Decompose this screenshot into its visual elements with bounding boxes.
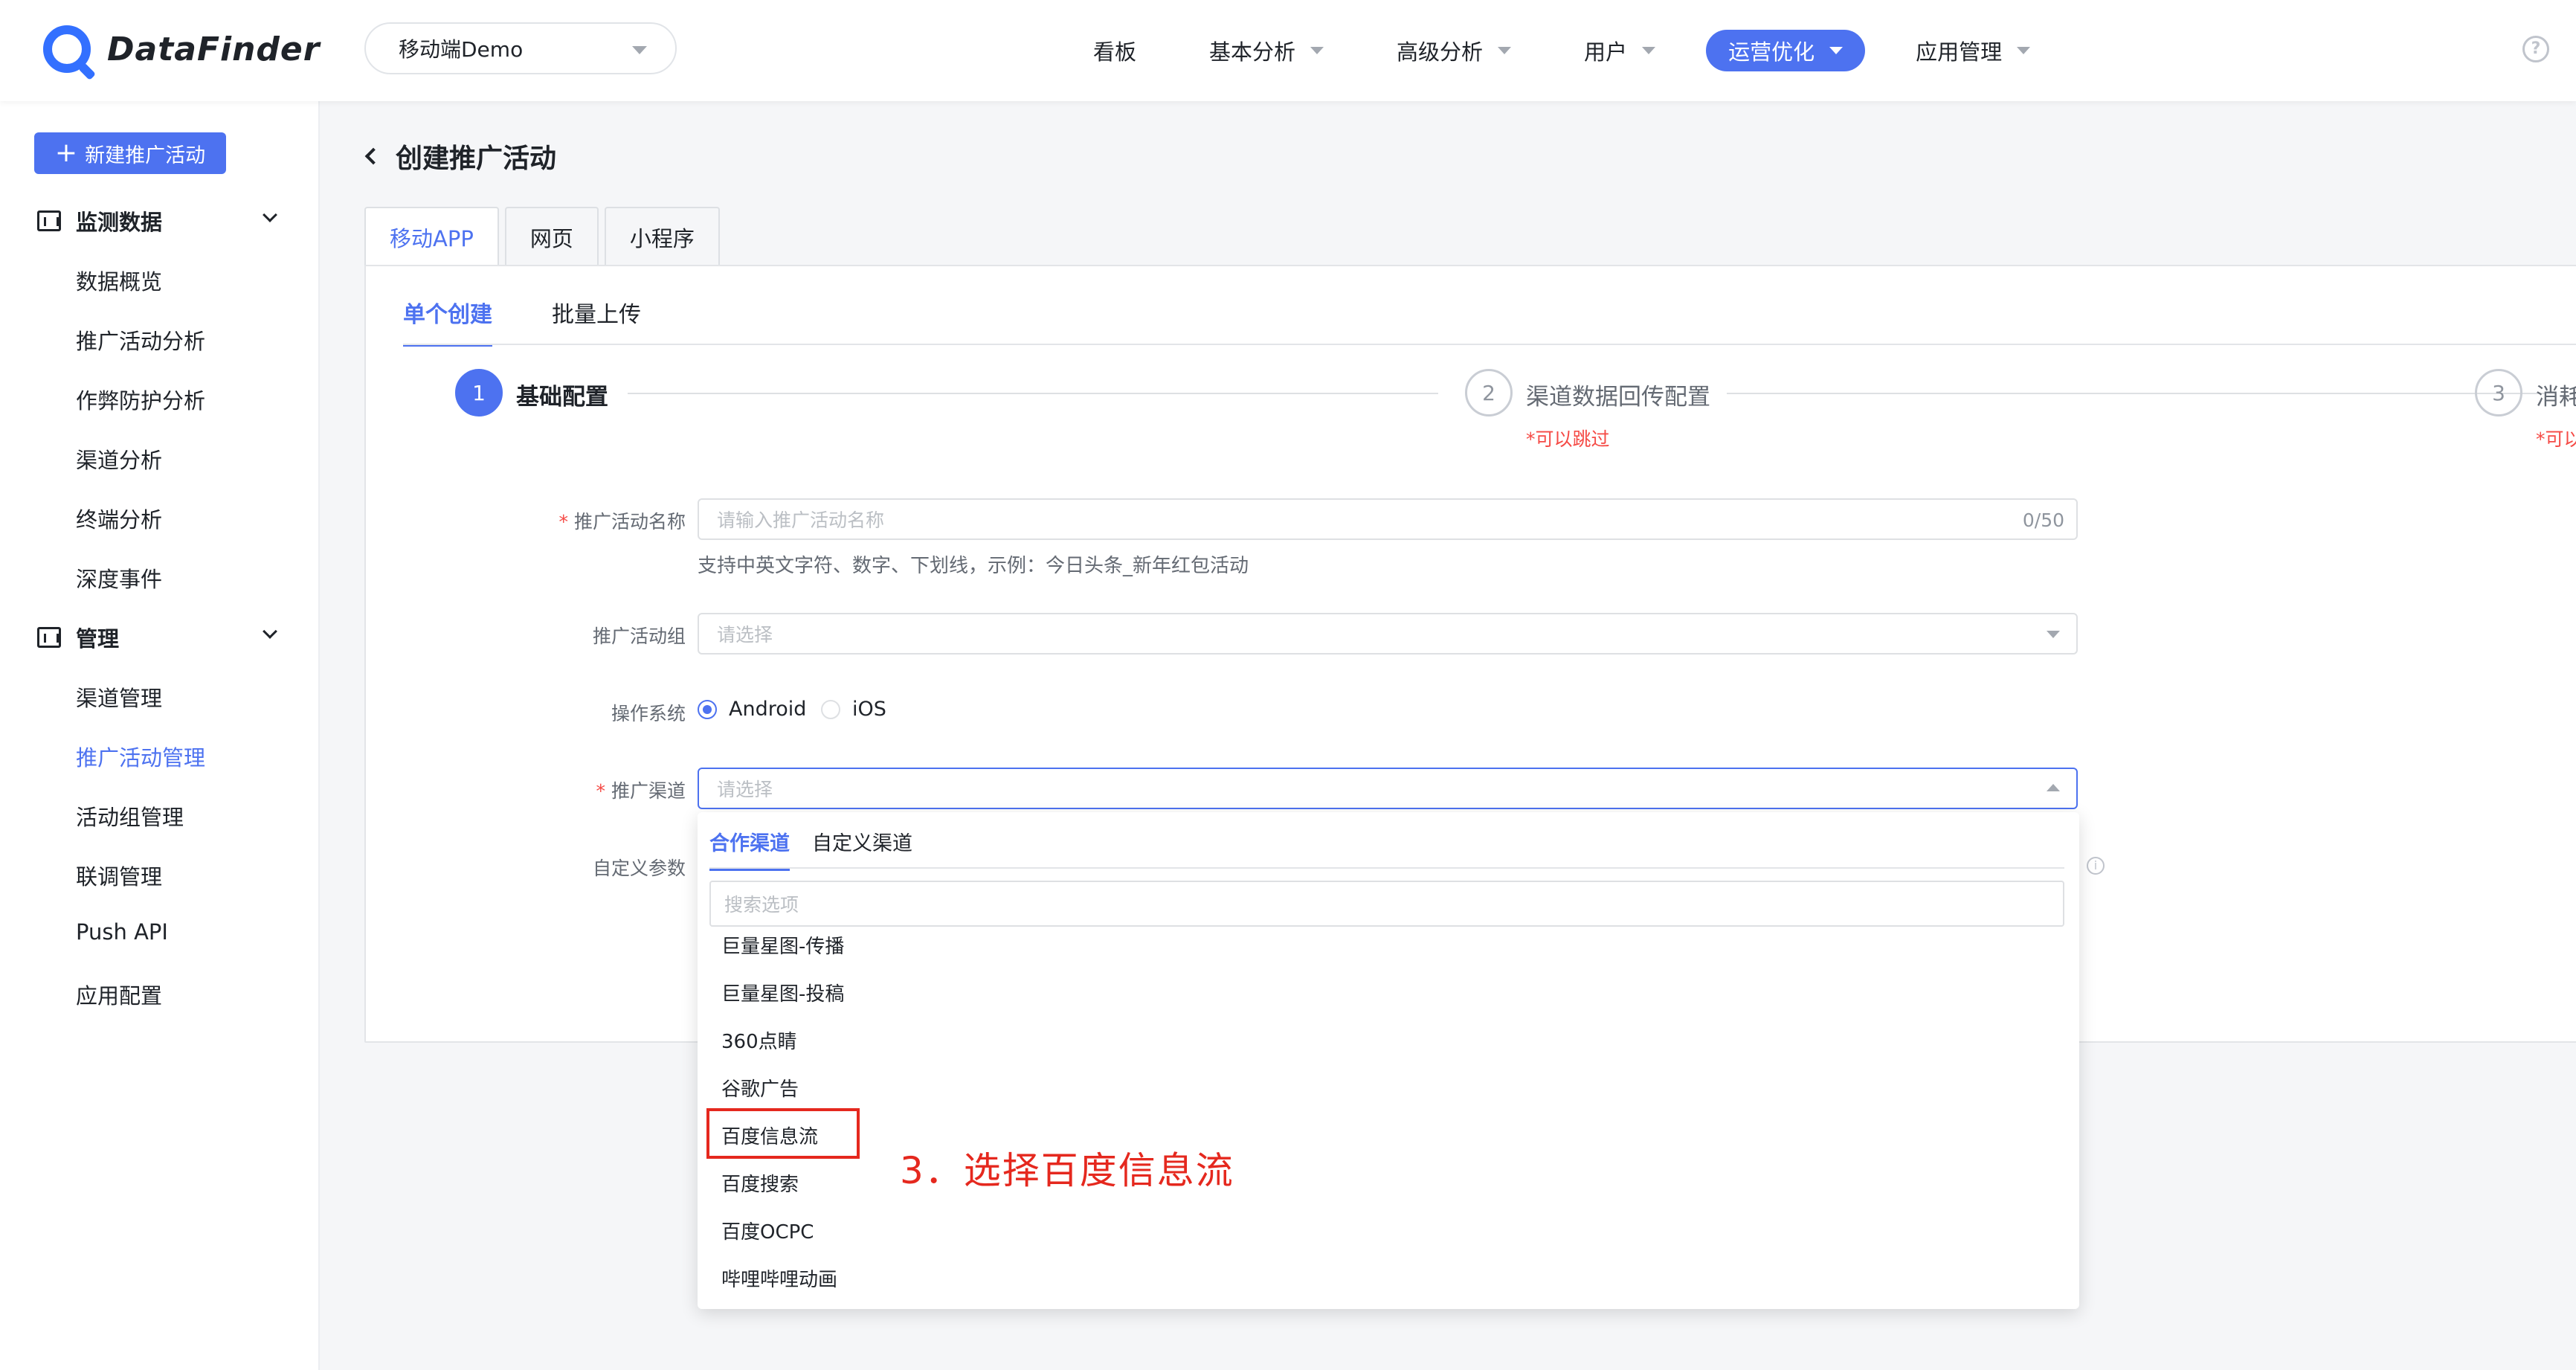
chevron-down-icon: [1642, 47, 1656, 54]
chevron-up-icon: [2047, 784, 2060, 791]
dropdown-option[interactable]: 360点睛: [721, 1026, 797, 1054]
chevron-down-icon: [1310, 47, 1324, 54]
app-select-value: 移动端Demo: [399, 37, 524, 62]
sidebar: + 新建推广活动 监测数据 数据概览 推广活动分析 作弊防护分析 渠道分析 终端…: [0, 101, 320, 1370]
top-nav: 看板 基本分析 高级分析 用户 运营优化 应用管理: [1071, 28, 2081, 73]
step-number: 1: [455, 369, 503, 417]
campaign-name-label: * 推广活动名称: [558, 511, 686, 533]
page-title: 创建推广活动: [396, 144, 557, 174]
chevron-down-icon: [1829, 47, 1844, 54]
tab-web[interactable]: 网页: [504, 207, 599, 266]
app-select[interactable]: 移动端Demo: [364, 22, 677, 74]
step-label: 基础配置: [516, 384, 608, 411]
logo-text: DataFinder: [107, 30, 321, 68]
tab-mini-program[interactable]: 小程序: [604, 207, 720, 266]
custom-params-label: 自定义参数: [592, 858, 686, 879]
channel-select[interactable]: 请选择: [698, 768, 2078, 809]
divider: [403, 344, 2576, 345]
step-2: 2 渠道数据回传配置 *可以跳过: [1465, 369, 1710, 451]
dropdown-option[interactable]: 百度OCPC: [721, 1217, 814, 1244]
sidebar-item-group-management[interactable]: 活动组管理: [76, 800, 184, 832]
tab-single-create[interactable]: 单个创建: [403, 296, 492, 347]
chevron-down-icon: [263, 208, 277, 222]
sidebar-group-management[interactable]: 管理: [37, 622, 277, 653]
tab-custom-channels[interactable]: 自定义渠道: [812, 827, 912, 871]
back-link[interactable]: 创建推广活动: [364, 137, 557, 176]
channel-label: * 推广渠道: [596, 780, 686, 802]
step-number: 3: [2475, 369, 2522, 417]
chevron-down-icon: [2017, 47, 2031, 54]
help-icon[interactable]: ?: [2522, 36, 2549, 62]
divider: [709, 867, 2064, 869]
step-skip-note: *可以: [2536, 428, 2576, 450]
sidebar-item-channel-management[interactable]: 渠道管理: [76, 681, 162, 713]
chevron-down-icon: [1498, 47, 1512, 54]
required-mark: *: [558, 511, 568, 533]
step-number: 2: [1465, 369, 1513, 417]
tab-batch-upload[interactable]: 批量上传: [552, 296, 641, 347]
step-3: 3 消耗 *可以: [2475, 369, 2576, 451]
chevron-down-icon: [263, 624, 277, 639]
dropdown-option[interactable]: 巨量星图-投稿: [721, 979, 844, 1006]
plus-icon: +: [54, 138, 78, 168]
campaign-group-select[interactable]: 请选择: [698, 613, 2078, 655]
sidebar-item-channel-analysis[interactable]: 渠道分析: [76, 443, 162, 475]
step-connector: [628, 393, 1438, 394]
sidebar-item-fraud-analysis[interactable]: 作弊防护分析: [76, 384, 205, 415]
nav-dashboard[interactable]: 看板: [1071, 30, 1159, 71]
required-mark: *: [596, 780, 605, 802]
sidebar-item-deep-events[interactable]: 深度事件: [76, 562, 162, 594]
dropdown-option[interactable]: 百度搜索: [721, 1169, 799, 1197]
step-label: 消耗: [2536, 384, 2576, 411]
step-skip-note: *可以跳过: [1526, 428, 1610, 450]
os-radio-android[interactable]: Android: [698, 698, 806, 721]
top-header: DataFinder 移动端Demo 看板 基本分析 高级分析 用户 运营优化 …: [0, 0, 2576, 101]
sidebar-item-data-overview[interactable]: 数据概览: [76, 265, 162, 296]
chevron-down-icon: [2047, 631, 2060, 638]
chevron-left-icon: [364, 147, 382, 165]
sidebar-item-campaign-management[interactable]: 推广活动管理: [76, 741, 205, 772]
new-campaign-button[interactable]: + 新建推广活动: [34, 132, 226, 174]
info-icon[interactable]: i: [2087, 857, 2105, 875]
nav-app-management[interactable]: 应用管理: [1893, 30, 2052, 71]
campaign-name-input[interactable]: 请输入推广活动名称 0/50: [698, 498, 2078, 540]
radio-unchecked-icon: [821, 699, 840, 719]
nav-basic-analysis[interactable]: 基本分析: [1187, 30, 1346, 71]
sidebar-item-campaign-analysis[interactable]: 推广活动分析: [76, 324, 205, 356]
dropdown-search-input[interactable]: 搜索选项: [709, 881, 2064, 927]
sidebar-item-device-analysis[interactable]: 终端分析: [76, 503, 162, 534]
chevron-down-icon: [632, 46, 647, 54]
dropdown-option[interactable]: 谷歌广告: [721, 1074, 799, 1102]
char-count: 0/50: [2022, 509, 2064, 531]
sidebar-item-app-config[interactable]: 应用配置: [76, 979, 162, 1010]
tab-mobile-app[interactable]: 移动APP: [364, 207, 499, 266]
dropdown-option[interactable]: 巨量星图-传播: [721, 931, 844, 959]
monitor-icon: [37, 627, 61, 648]
sidebar-item-push-api[interactable]: Push API: [76, 919, 168, 945]
annotation-text: 3．选择百度信息流: [900, 1149, 1234, 1192]
channel-dropdown: 合作渠道 自定义渠道 搜索选项 巨量星图-传播 巨量星图-投稿 360点睛 谷歌…: [698, 812, 2079, 1309]
os-radio-ios[interactable]: iOS: [821, 698, 886, 721]
datafinder-logo-icon: [43, 25, 91, 73]
channel-type-tabs: 合作渠道 自定义渠道: [709, 827, 935, 871]
campaign-group-label: 推广活动组: [592, 625, 686, 647]
nav-operation-optimization[interactable]: 运营优化: [1706, 30, 1866, 71]
create-mode-tabs: 单个创建 批量上传: [403, 296, 701, 347]
nav-advanced-analysis[interactable]: 高级分析: [1374, 30, 1533, 71]
annotation-highlight-box: [706, 1108, 860, 1159]
campaign-name-hint: 支持中英文字符、数字、下划线，示例：今日头条_新年红包活动: [698, 555, 1249, 577]
radio-checked-icon: [698, 699, 717, 719]
chart-box-icon: [37, 210, 61, 231]
logo[interactable]: DataFinder: [43, 25, 320, 73]
dropdown-option[interactable]: 哔哩哔哩动画: [721, 1264, 837, 1292]
nav-users[interactable]: 用户: [1562, 30, 1678, 71]
tab-partner-channels[interactable]: 合作渠道: [709, 827, 790, 871]
sidebar-group-monitoring[interactable]: 监测数据: [37, 205, 277, 237]
step-1: 1 基础配置: [455, 369, 608, 417]
step-label: 渠道数据回传配置: [1526, 384, 1710, 411]
step-connector: [1727, 393, 2545, 394]
platform-tabs: 移动APP 网页 小程序: [364, 207, 726, 266]
sidebar-item-joint-debug[interactable]: 联调管理: [76, 860, 162, 891]
os-label: 操作系统: [611, 703, 686, 724]
